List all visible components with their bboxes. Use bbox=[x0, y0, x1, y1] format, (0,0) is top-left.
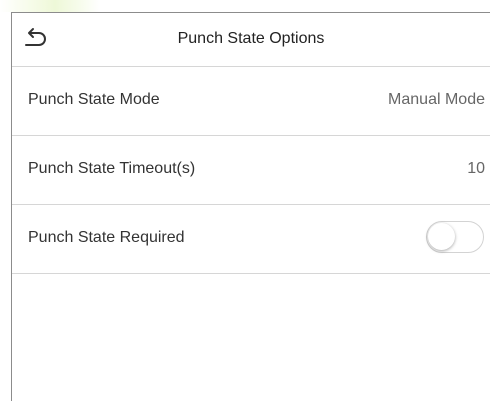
punch-state-mode-label: Punch State Mode bbox=[28, 91, 160, 108]
punch-state-required-toggle[interactable] bbox=[426, 221, 484, 253]
punch-state-timeout-label: Punch State Timeout(s) bbox=[28, 160, 196, 177]
punch-state-required-row: Punch State Required bbox=[12, 205, 490, 274]
punch-state-mode-value: Manual Mode bbox=[388, 91, 485, 108]
corner-accent bbox=[0, 0, 100, 12]
page-title: Punch State Options bbox=[177, 30, 325, 47]
punch-state-timeout-value: 10 bbox=[467, 160, 485, 177]
punch-state-required-label: Punch State Required bbox=[28, 229, 185, 246]
header-bar: Punch State Options bbox=[12, 13, 490, 67]
punch-state-mode-row[interactable]: Punch State Mode Manual Mode bbox=[12, 67, 490, 136]
settings-panel: Punch State Options Punch State Mode Man… bbox=[11, 12, 490, 401]
punch-state-timeout-row[interactable]: Punch State Timeout(s) 10 bbox=[12, 136, 490, 205]
toggle-knob bbox=[428, 223, 455, 250]
app-screen: Punch State Options Punch State Mode Man… bbox=[0, 0, 490, 401]
